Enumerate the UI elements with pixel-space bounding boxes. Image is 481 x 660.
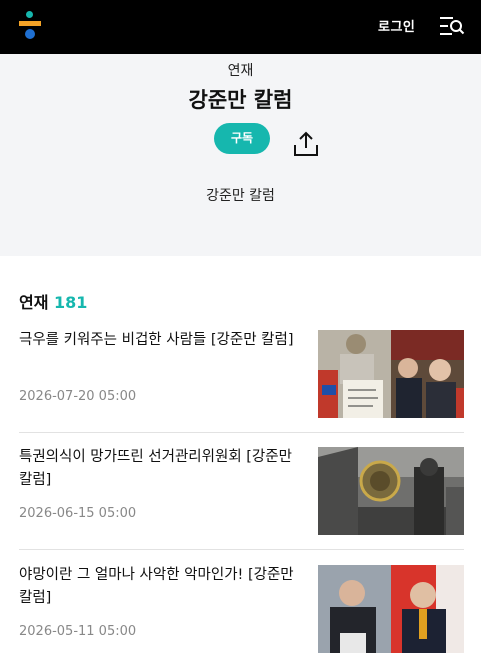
article-date: 2026-07-20 05:00: [19, 389, 137, 404]
series-description: 강준만 칼럼: [206, 188, 275, 204]
list-divider: [19, 432, 464, 433]
logo-bottom-dot: [25, 29, 35, 39]
article-item[interactable]: 야망이란 그 얼마나 사악한 악마인가! [강준만 칼럼] 2026-05-11…: [19, 565, 464, 653]
article-item[interactable]: 특권의식이 망가뜨린 선거관리위원회 [강준만 칼럼] 2026-06-15 0…: [19, 447, 464, 535]
top-navigation-bar: 로그인: [0, 0, 481, 54]
subscribe-button[interactable]: 구독: [214, 123, 270, 154]
article-date: 2026-05-11 05:00: [19, 624, 137, 639]
menu-search-icon[interactable]: [439, 15, 465, 37]
article-count: 181: [54, 293, 88, 312]
list-divider: [19, 549, 464, 550]
series-label: 연재: [227, 63, 254, 79]
logo-bar: [19, 21, 41, 26]
protest-photo[interactable]: [318, 330, 464, 418]
login-link[interactable]: 로그인: [378, 16, 415, 35]
article-item[interactable]: 극우를 키워주는 비겁한 사람들 [강준만 칼럼] 2026-07-20 05:…: [19, 330, 464, 418]
article-date: 2026-06-15 05:00: [19, 506, 137, 521]
article-title[interactable]: 야망이란 그 얼마나 사악한 악마인가! [강준만 칼럼]: [19, 564, 299, 610]
list-heading-label: 연재: [19, 293, 49, 312]
brand-logo[interactable]: [18, 11, 42, 43]
politicians-photo[interactable]: [318, 565, 464, 653]
article-title[interactable]: 극우를 키워주는 비겁한 사람들 [강준만 칼럼]: [19, 329, 299, 352]
series-header: 연재 강준만 칼럼 구독 강준만 칼럼: [0, 54, 481, 256]
court-emblem-photo[interactable]: [318, 447, 464, 535]
article-title[interactable]: 특권의식이 망가뜨린 선거관리위원회 [강준만 칼럼]: [19, 446, 299, 492]
logo-top-dot: [26, 11, 33, 18]
series-title: 강준만 칼럼: [188, 88, 293, 112]
share-icon[interactable]: [292, 130, 320, 158]
series-list-heading: 연재 181: [19, 289, 87, 313]
